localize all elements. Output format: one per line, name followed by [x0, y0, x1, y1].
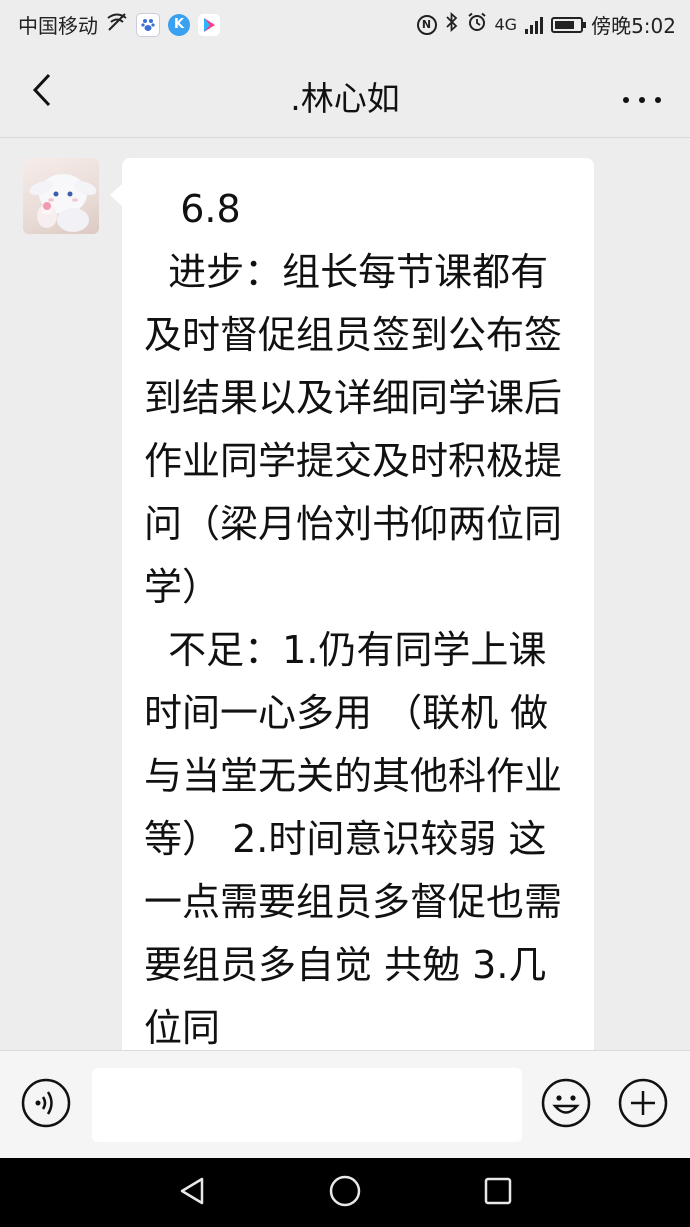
- voice-button[interactable]: [20, 1077, 72, 1133]
- system-nav-bar: [0, 1158, 690, 1227]
- battery-icon: [551, 16, 587, 33]
- message-input[interactable]: [92, 1068, 522, 1142]
- nfc-icon: N: [416, 14, 437, 35]
- alarm-icon: [467, 12, 487, 37]
- chat-area[interactable]: 6.8 进步：组长每节课都有及时督促组员签到公布签到结果以及详细同学课后作业同学…: [0, 138, 690, 1050]
- k-app-icon: K: [168, 13, 190, 36]
- avatar[interactable]: [23, 158, 99, 234]
- status-bar: 中国移动 K N 4G 傍晚5:02: [0, 0, 690, 48]
- voice-icon: [20, 1077, 72, 1133]
- plush-avatar-image: [29, 174, 97, 232]
- triangle-back-icon: [176, 1175, 208, 1211]
- emoji-icon: [540, 1077, 592, 1133]
- chat-title: .林心如: [290, 79, 400, 118]
- bluetooth-icon: [445, 11, 459, 37]
- video-app-icon: [198, 13, 220, 36]
- nav-back-button[interactable]: [174, 1175, 210, 1211]
- plus-button[interactable]: [617, 1077, 669, 1133]
- emoji-button[interactable]: [540, 1077, 592, 1133]
- square-recent-icon: [482, 1175, 514, 1211]
- carrier-label: 中国移动: [18, 14, 98, 38]
- circle-home-icon: [328, 1174, 362, 1212]
- input-bar: [0, 1050, 690, 1158]
- signal-icon: [525, 16, 544, 34]
- chat-header: .林心如: [0, 48, 690, 138]
- clock-label: 傍晚5:02: [591, 14, 676, 38]
- paw-app-icon: [136, 12, 160, 37]
- nav-recent-button[interactable]: [480, 1175, 516, 1211]
- nav-home-button[interactable]: [327, 1175, 363, 1211]
- network-type-label: 4G: [494, 15, 518, 34]
- status-left: 中国移动 K: [18, 10, 220, 39]
- plus-icon: [617, 1077, 669, 1133]
- no-service-icon: [106, 12, 128, 37]
- message-bubble[interactable]: 6.8 进步：组长每节课都有及时督促组员签到公布签到结果以及详细同学课后作业同学…: [110, 158, 594, 1050]
- status-right: N 4G 傍晚5:02: [416, 10, 676, 39]
- more-button[interactable]: [618, 74, 666, 114]
- message-text: 6.8 进步：组长每节课都有及时督促组员签到公布签到结果以及详细同学课后作业同学…: [144, 187, 563, 1050]
- more-dots-icon: [622, 77, 662, 112]
